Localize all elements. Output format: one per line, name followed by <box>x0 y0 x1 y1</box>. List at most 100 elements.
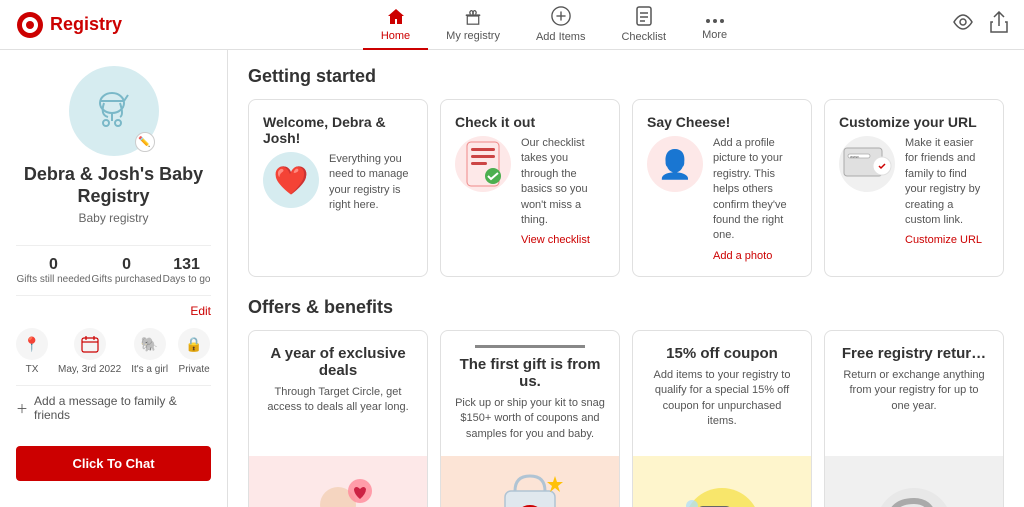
getting-started-section: Getting started Welcome, Debra & Josh! ❤… <box>248 66 1004 277</box>
add-icon <box>551 6 571 29</box>
detail-privacy: 🔒 Private <box>178 328 210 375</box>
nav-item-my-registry[interactable]: My registry <box>428 0 518 50</box>
offer-card-return-content: Free registry retur… Return or exchange … <box>825 331 1003 456</box>
stat-gifts-purchased: 0 Gifts purchased <box>92 256 162 285</box>
getting-started-cards: Welcome, Debra & Josh! ❤️ Everything you… <box>248 99 1004 277</box>
return-card-image <box>825 456 1003 507</box>
detail-location-label: TX <box>26 364 39 375</box>
gift-icon <box>463 7 483 28</box>
lock-icon: 🔒 <box>178 328 210 360</box>
target-logo-icon <box>16 11 44 39</box>
gs-card-photo: Say Cheese! 👤 Add a profile picture to y… <box>632 99 812 277</box>
detail-date: May, 3rd 2022 <box>58 328 121 375</box>
nav-item-checklist-label: Checklist <box>621 31 666 43</box>
location-icon: 📍 <box>16 328 48 360</box>
gs-card-url: Customize your URL www. Make it easier f… <box>824 99 1004 277</box>
nav-right-actions <box>952 11 1008 38</box>
offer-bar <box>475 345 585 348</box>
gs-card-photo-body: 👤 Add a profile picture to your registry… <box>647 136 797 262</box>
gs-card-photo-title: Say Cheese! <box>647 114 797 130</box>
gs-card-checklist-body: Our checklist takes you through the basi… <box>455 136 605 246</box>
coupon-card-image <box>633 456 811 507</box>
offer-card-coupon-content: 15% off coupon Add items to your registr… <box>633 331 811 456</box>
checklist-card-image <box>455 136 511 192</box>
offer-card-return: Free registry retur… Return or exchange … <box>824 330 1004 507</box>
stroller-icon <box>84 81 144 141</box>
gs-card-welcome-text: Everything you need to manage your regis… <box>329 152 413 214</box>
nav-items: Home My registry Add Items Checklist Mor… <box>156 0 952 50</box>
offer-card-kit: The first gift is from us. Pick up or sh… <box>440 330 620 507</box>
calendar-icon <box>74 328 106 360</box>
add-photo-link[interactable]: Add a photo <box>713 250 797 262</box>
gs-card-photo-text: Add a profile picture to your registry. … <box>713 136 797 244</box>
main-content: Getting started Welcome, Debra & Josh! ❤… <box>228 50 1024 507</box>
kit-card-image <box>441 456 619 507</box>
view-checklist-link[interactable]: View checklist <box>521 234 605 246</box>
stat-days-to-go-label: Days to go <box>163 274 211 285</box>
plus-icon: ＋ <box>16 400 28 417</box>
sidebar: ✏️ Debra & Josh's Baby Registry Baby reg… <box>0 50 228 507</box>
customize-url-link[interactable]: Customize URL <box>905 234 989 246</box>
gs-card-checklist-title: Check it out <box>455 114 605 130</box>
nav-item-add-items[interactable]: Add Items <box>518 0 604 50</box>
offers-cards: A year of exclusive deals Through Target… <box>248 330 1004 507</box>
nav-item-home[interactable]: Home <box>363 0 428 50</box>
offer-card-kit-text: Pick up or ship your kit to snag $150+ w… <box>455 396 605 442</box>
detail-location: 📍 TX <box>16 328 48 375</box>
sidebar-details: 📍 TX May, 3rd 2022 🐘 It's a girl 🔒 Priva… <box>16 328 211 375</box>
gs-card-url-body: www. Make it easier for friends and fami… <box>839 136 989 246</box>
offer-card-kit-title: The first gift is from us. <box>455 356 605 390</box>
url-card-image: www. <box>839 136 895 192</box>
offer-card-coupon: 15% off coupon Add items to your registr… <box>632 330 812 507</box>
svg-text:www.: www. <box>850 154 860 159</box>
offers-title: Offers & benefits <box>248 297 1004 318</box>
nav-logo: Registry <box>16 11 156 39</box>
nav-logo-text: Registry <box>50 14 122 35</box>
offer-card-kit-content: The first gift is from us. Pick up or sh… <box>441 331 619 456</box>
offer-card-return-title: Free registry retur… <box>839 345 989 362</box>
edit-link[interactable]: Edit <box>16 304 211 318</box>
elephant-icon: 🐘 <box>134 328 166 360</box>
offer-card-deals-title: A year of exclusive deals <box>263 345 413 379</box>
gs-card-checklist: Check it out Our checklist takes you thr… <box>440 99 620 277</box>
top-nav: Registry Home My registry Add Items Chec… <box>0 0 1024 50</box>
welcome-card-image: ❤️ <box>263 152 319 208</box>
stat-gifts-needed-number: 0 <box>17 256 91 274</box>
chat-button[interactable]: Click To Chat <box>16 446 211 481</box>
more-icon <box>705 9 725 27</box>
add-message-label: Add a message to family & friends <box>34 394 211 422</box>
stat-gifts-purchased-number: 0 <box>92 256 162 274</box>
avatar: ✏️ <box>69 66 159 156</box>
registry-name: Debra & Josh's Baby Registry <box>16 164 211 207</box>
offer-card-coupon-title: 15% off coupon <box>647 345 797 362</box>
add-message-button[interactable]: ＋ Add a message to family & friends <box>16 385 211 430</box>
nav-item-my-registry-label: My registry <box>446 30 500 42</box>
detail-gender: 🐘 It's a girl <box>131 328 168 375</box>
eye-icon[interactable] <box>952 14 974 35</box>
photo-card-image: 👤 <box>647 136 703 192</box>
nav-item-checklist[interactable]: Checklist <box>603 0 684 50</box>
nav-item-more[interactable]: More <box>684 0 745 50</box>
offer-card-deals-content: A year of exclusive deals Through Target… <box>249 331 427 456</box>
nav-item-more-label: More <box>702 29 727 41</box>
sidebar-stats: 0 Gifts still needed 0 Gifts purchased 1… <box>16 245 211 296</box>
offers-section: Offers & benefits A year of exclusive de… <box>248 297 1004 507</box>
gs-card-checklist-text: Our checklist takes you through the basi… <box>521 136 605 228</box>
offer-card-coupon-text: Add items to your registry to qualify fo… <box>647 368 797 430</box>
stat-gifts-needed: 0 Gifts still needed <box>17 256 91 285</box>
checklist-icon <box>635 6 653 29</box>
nav-item-home-label: Home <box>381 30 410 42</box>
registry-type: Baby registry <box>78 211 148 225</box>
deals-card-image <box>249 456 427 507</box>
detail-date-label: May, 3rd 2022 <box>58 364 121 375</box>
stat-gifts-needed-label: Gifts still needed <box>17 274 91 285</box>
share-icon[interactable] <box>990 11 1008 38</box>
stat-gifts-purchased-label: Gifts purchased <box>92 274 162 285</box>
getting-started-title: Getting started <box>248 66 1004 87</box>
avatar-edit-button[interactable]: ✏️ <box>135 132 155 152</box>
offer-card-return-text: Return or exchange anything from your re… <box>839 368 989 414</box>
gs-card-welcome-body: ❤️ Everything you need to manage your re… <box>263 152 413 214</box>
detail-privacy-label: Private <box>179 364 210 375</box>
offer-card-deals-text: Through Target Circle, get access to dea… <box>263 385 413 416</box>
main-layout: ✏️ Debra & Josh's Baby Registry Baby reg… <box>0 50 1024 507</box>
